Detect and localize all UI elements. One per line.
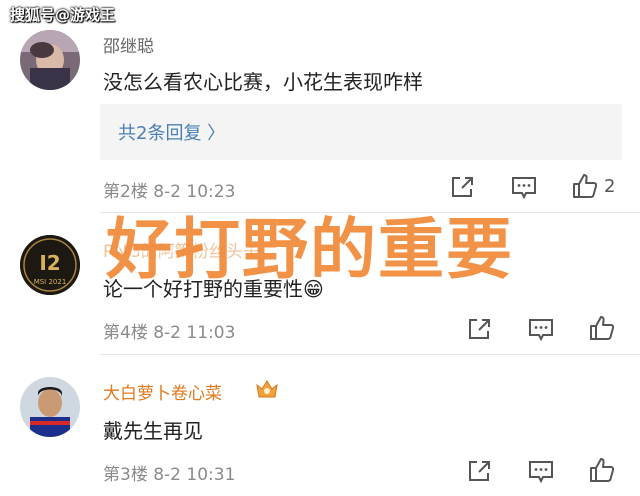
share-icon[interactable] (465, 315, 493, 343)
comment-item-1: 邵继聪 没怎么看农心比赛，小花生表现咋样 共2条回复 〉 第2楼 8-2 10:… (0, 0, 640, 210)
comment-icon[interactable] (510, 173, 538, 201)
avatar[interactable] (20, 30, 80, 90)
comment-icon[interactable] (527, 315, 555, 343)
replies-label: 共2条回复 〉 (118, 123, 226, 144)
like-count: 2 (604, 176, 616, 197)
avatar-logo-text: I2 (39, 251, 60, 275)
avatar[interactable] (20, 377, 80, 437)
username[interactable]: 大白萝卜卷心菜 (103, 379, 222, 404)
comment-text: 戴先生再见 (103, 419, 203, 443)
comment-meta: 第4楼 8-2 11:03 (103, 323, 236, 343)
crown-icon (255, 377, 279, 399)
like-icon[interactable] (588, 314, 616, 342)
avatar[interactable]: I2 MSI 2021 (20, 235, 80, 295)
overlay-title: 好打野的重要 (106, 211, 514, 288)
like-icon[interactable] (588, 456, 616, 484)
comment-item-3: 大白萝卜卷心菜 戴先生再见 第3楼 8-2 10:31 (0, 355, 640, 496)
username[interactable]: 邵继聪 (103, 32, 154, 57)
comment-icon[interactable] (527, 457, 555, 485)
share-icon[interactable] (465, 457, 493, 485)
comment-text: 没怎么看农心比赛，小花生表现咋样 (103, 70, 423, 94)
watermark: 搜狐号@游戏王 (10, 6, 116, 24)
avatar-logo-subtext: MSI 2021 (34, 278, 67, 286)
comment-meta: 第3楼 8-2 10:31 (103, 465, 236, 485)
replies-button[interactable]: 共2条回复 〉 (100, 104, 622, 160)
like-icon[interactable] (571, 172, 599, 200)
